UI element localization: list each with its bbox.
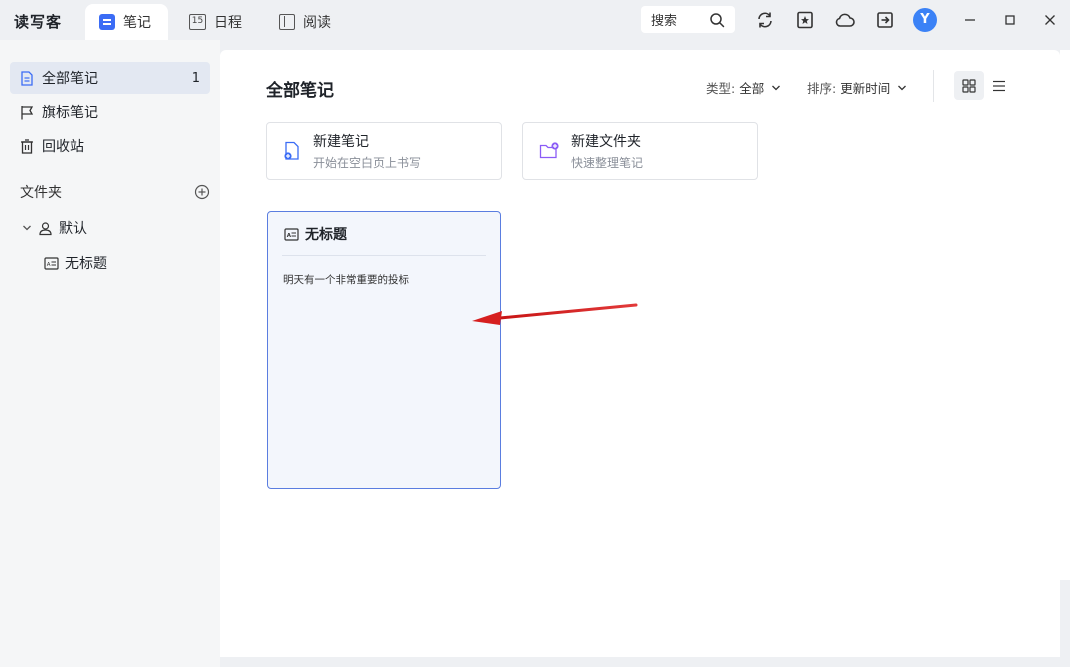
trash-icon xyxy=(21,138,33,154)
action-title: 新建文件夹 xyxy=(571,134,641,150)
search-box[interactable]: 搜索 xyxy=(641,6,735,33)
note-card-icon: A xyxy=(44,256,59,270)
document-icon xyxy=(21,70,33,86)
close-button[interactable] xyxy=(1039,9,1061,31)
book-icon xyxy=(279,14,295,30)
star-doc-icon xyxy=(797,11,813,29)
tab-notes[interactable]: 笔记 xyxy=(85,4,168,40)
list-view-icon xyxy=(993,80,1005,91)
calendar-icon: 15 xyxy=(189,14,206,30)
type-filter-label: 类型: xyxy=(706,81,736,96)
note-card[interactable]: A 无标题 明天有一个非常重要的投标 xyxy=(267,211,501,489)
close-icon xyxy=(1045,15,1055,25)
export-button[interactable] xyxy=(874,9,896,31)
new-folder-button[interactable]: 新建文件夹 快速整理笔记 xyxy=(522,122,758,180)
action-subtitle: 开始在空白页上书写 xyxy=(313,156,422,170)
cloud-icon xyxy=(835,13,855,27)
search-icon xyxy=(710,12,725,27)
chevron-down-icon[interactable] xyxy=(22,223,32,233)
folder-header-label: 文件夹 xyxy=(20,185,62,201)
grid-view-button[interactable] xyxy=(954,71,984,100)
note-card-divider xyxy=(282,255,486,256)
note-card-header: A 无标题 xyxy=(284,224,347,244)
title-bar: 读写客 笔记 15 日程 阅读 搜索 Y xyxy=(0,0,1070,40)
sidebar-item-all-notes[interactable]: 全部笔记 1 xyxy=(10,62,210,94)
note-card-excerpt: 明天有一个非常重要的投标 xyxy=(283,274,409,286)
note-card-icon: A xyxy=(284,227,299,241)
minimize-icon xyxy=(965,19,975,21)
action-subtitle: 快速整理笔记 xyxy=(571,156,644,170)
page-title: 全部笔记 xyxy=(266,81,334,101)
user-avatar[interactable]: Y xyxy=(913,8,937,32)
tab-label: 日程 xyxy=(214,15,242,31)
action-title: 新建笔记 xyxy=(313,134,369,150)
cloud-button[interactable] xyxy=(834,9,856,31)
tree-note-item[interactable]: A 无标题 xyxy=(44,251,107,275)
sidebar-item-label: 旗标笔记 xyxy=(42,105,98,121)
list-view-button[interactable] xyxy=(984,71,1014,100)
note-card-title: 无标题 xyxy=(305,227,347,243)
new-note-icon xyxy=(284,141,299,160)
svg-text:A: A xyxy=(287,233,292,239)
maximize-button[interactable] xyxy=(999,9,1021,31)
main-panel: 全部笔记 类型: 全部 排序: 更新时间 新建笔记 开始在空白页上书写 新建文件… xyxy=(220,50,1060,657)
folder-default[interactable]: 默认 xyxy=(22,216,87,240)
note-count-badge: 1 xyxy=(191,70,200,86)
search-label: 搜索 xyxy=(651,14,678,29)
minimize-button[interactable] xyxy=(959,9,981,31)
scrollbar-track xyxy=(1060,50,1070,580)
folder-user-icon xyxy=(39,221,52,235)
tab-label: 笔记 xyxy=(123,15,151,31)
notes-icon xyxy=(99,14,115,30)
sidebar-item-label: 回收站 xyxy=(42,139,84,155)
sidebar-item-label: 全部笔记 xyxy=(42,71,98,87)
sync-icon xyxy=(758,12,772,28)
sidebar-item-trash[interactable]: 回收站 xyxy=(10,130,210,162)
view-divider xyxy=(933,70,934,102)
folder-label: 默认 xyxy=(59,221,87,237)
add-folder-icon[interactable] xyxy=(194,184,210,200)
sort-dropdown[interactable]: 排序: 更新时间 xyxy=(807,78,907,97)
sort-value: 更新时间 xyxy=(840,81,891,96)
sync-button[interactable] xyxy=(754,9,776,31)
export-icon xyxy=(877,12,893,28)
flag-icon xyxy=(21,105,34,119)
sort-label: 排序: xyxy=(807,81,837,96)
tab-schedule[interactable]: 15 日程 xyxy=(175,4,260,40)
sidebar: 全部笔记 1 旗标笔记 回收站 文件夹 默认 A 无标题 xyxy=(0,40,220,667)
tab-read[interactable]: 阅读 xyxy=(265,4,345,40)
tab-label: 阅读 xyxy=(303,15,331,31)
type-filter-dropdown[interactable]: 类型: 全部 xyxy=(706,78,781,97)
new-folder-icon xyxy=(539,142,559,159)
favorites-button[interactable] xyxy=(794,9,816,31)
type-filter-value: 全部 xyxy=(739,81,765,96)
sidebar-item-flagged[interactable]: 旗标笔记 xyxy=(10,96,210,128)
grid-view-icon xyxy=(962,78,976,93)
svg-text:A: A xyxy=(47,262,51,268)
annotation-arrow xyxy=(472,303,638,325)
chevron-down-icon xyxy=(772,85,781,90)
tree-note-label: 无标题 xyxy=(65,256,107,272)
new-note-button[interactable]: 新建笔记 开始在空白页上书写 xyxy=(266,122,502,180)
folder-section-header: 文件夹 xyxy=(20,181,210,203)
maximize-icon xyxy=(1005,15,1015,25)
chevron-down-icon xyxy=(898,85,907,90)
app-name: 读写客 xyxy=(14,13,63,31)
